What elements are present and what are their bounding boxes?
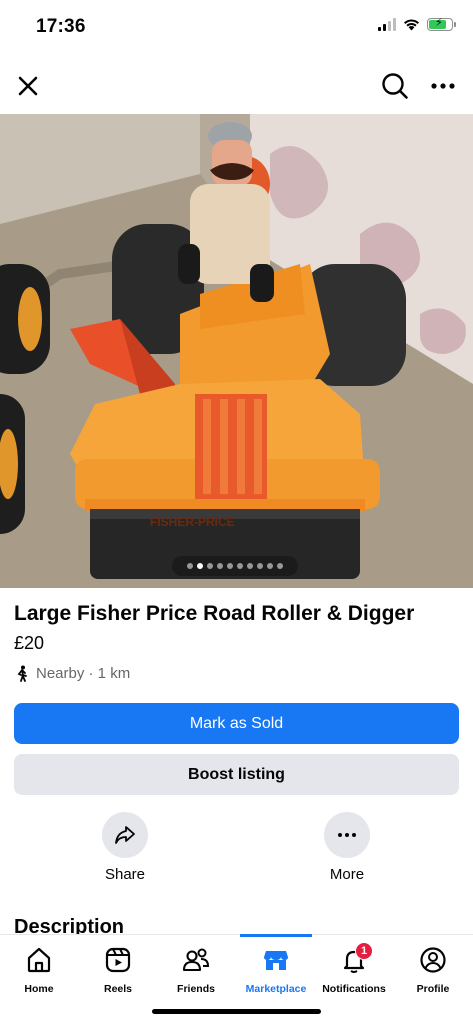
more-icon	[431, 83, 455, 89]
carousel-dot	[217, 563, 223, 569]
top-nav	[0, 62, 473, 108]
signal-icon	[378, 18, 396, 31]
share-action[interactable]: Share	[80, 812, 170, 883]
more-label: More	[329, 866, 365, 883]
carousel-dot	[187, 563, 193, 569]
reels-icon	[103, 945, 133, 975]
listing-price: £20	[14, 633, 45, 653]
more-options-button[interactable]	[425, 68, 461, 104]
close-icon	[18, 76, 38, 96]
mark-as-sold-button[interactable]: Mark as Sold	[14, 703, 459, 744]
share-button[interactable]	[102, 812, 148, 858]
search-icon	[382, 73, 408, 99]
tab-home[interactable]: Home	[0, 945, 79, 995]
tab-friends[interactable]: Friends	[156, 945, 236, 995]
tab-label: Reels	[103, 983, 133, 995]
status-bar: 17:36 ⚡	[0, 0, 473, 56]
listing-photo[interactable]: FISHER-PRICE	[0, 114, 473, 588]
tab-label: Marketplace	[245, 983, 307, 995]
tab-label: Profile	[416, 983, 450, 995]
carousel-dot	[257, 563, 263, 569]
share-icon	[115, 826, 135, 844]
tab-label: Friends	[177, 983, 215, 995]
home-icon	[24, 945, 54, 975]
notification-badge: 1	[355, 942, 373, 960]
status-icons: ⚡	[378, 17, 456, 31]
search-button[interactable]	[377, 68, 413, 104]
friends-icon	[181, 945, 211, 975]
boost-listing-button[interactable]: Boost listing	[14, 754, 459, 795]
charging-bolt-icon: ⚡	[435, 17, 443, 29]
more-action[interactable]: More	[302, 812, 392, 883]
marketplace-icon	[261, 945, 291, 975]
tab-profile[interactable]: Profile	[393, 945, 473, 995]
close-button[interactable]	[10, 68, 46, 104]
brand-stamp: FISHER-PRICE	[150, 515, 235, 529]
share-label: Share	[104, 866, 146, 883]
tab-label: Home	[24, 983, 54, 995]
more-horizontal-icon	[338, 833, 356, 837]
tab-notifications[interactable]: 1 Notifications	[314, 942, 394, 995]
active-tab-indicator	[240, 934, 312, 937]
profile-icon	[418, 945, 448, 975]
carousel-dot	[227, 563, 233, 569]
carousel-dot	[267, 563, 273, 569]
carousel-dot	[247, 563, 253, 569]
tab-label: Notifications	[322, 983, 386, 995]
bell-icon: 1	[339, 942, 373, 975]
carousel-dot	[237, 563, 243, 569]
wifi-icon	[404, 19, 419, 31]
carousel-dot	[207, 563, 213, 569]
battery-icon: ⚡	[427, 17, 456, 31]
status-time: 17:36	[36, 16, 86, 37]
walking-icon	[17, 665, 27, 682]
bottom-tab-bar: Home Reels Friends Marketplace 1 Notific…	[0, 934, 473, 1024]
listing-location: Nearby · 1 km	[14, 665, 130, 682]
carousel-dot	[197, 563, 203, 569]
location-text: Nearby · 1 km	[36, 665, 131, 682]
tab-reels[interactable]: Reels	[78, 945, 158, 995]
carousel-dot	[277, 563, 283, 569]
more-button[interactable]	[324, 812, 370, 858]
toy-road-roller-image: FISHER-PRICE	[0, 114, 473, 588]
listing-title: Large Fisher Price Road Roller & Digger	[14, 602, 415, 625]
carousel-indicator	[172, 556, 298, 576]
tab-marketplace[interactable]: Marketplace	[236, 945, 316, 995]
home-indicator	[152, 1009, 321, 1014]
